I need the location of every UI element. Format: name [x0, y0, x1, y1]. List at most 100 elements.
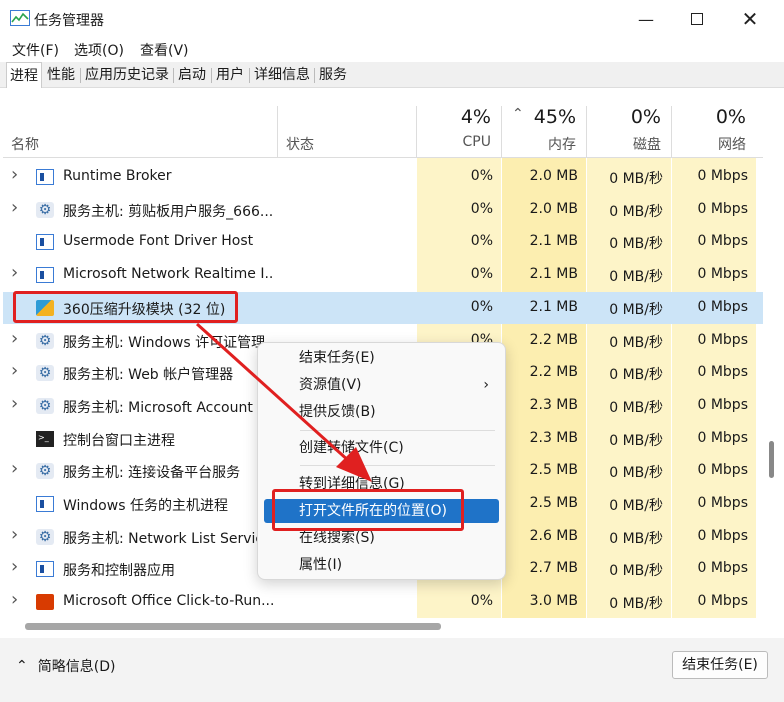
- chevron-right-icon[interactable]: ›: [11, 393, 18, 414]
- cell-mem: 2.1 MB: [529, 298, 578, 315]
- table-row[interactable]: Usermode Font Driver Host 0% 2.1 MB 0 MB/秒 0…: [3, 226, 763, 258]
- tab-startup[interactable]: 启动: [175, 62, 209, 88]
- cell-cpu: 0%: [470, 233, 493, 250]
- chevron-right-icon: ›: [483, 377, 489, 393]
- cell-mem: 2.1 MB: [529, 233, 578, 250]
- tab-users[interactable]: 用户: [213, 62, 247, 88]
- cell-net: 0 Mbps: [697, 200, 748, 217]
- cell-net: 0 Mbps: [697, 429, 748, 446]
- process-name: Microsoft Office Click-to-Run...: [63, 593, 273, 610]
- tab-bar: 进程 性能 应用历史记录 启动 用户 详细信息 服务: [0, 62, 784, 89]
- column-header: 名称 状态 4% CPU ⌃ 45% 内存 0% 磁盘 0% 网络: [3, 88, 763, 158]
- column-cpu-header[interactable]: 4% CPU: [417, 88, 501, 158]
- process-name: 服务主机: Network List Service: [63, 530, 272, 547]
- maximize-button[interactable]: [677, 4, 717, 34]
- chevron-right-icon[interactable]: ›: [11, 458, 18, 479]
- horizontal-scroll-thumb[interactable]: [25, 623, 441, 630]
- resource-values-label: 资源值(V): [299, 377, 362, 393]
- gear-icon: ⚙: [36, 332, 54, 349]
- minimize-icon: —: [638, 9, 654, 29]
- column-name-header[interactable]: 名称: [3, 88, 277, 158]
- cell-cpu: 0%: [470, 593, 493, 610]
- cell-mem: 2.5 MB: [529, 495, 578, 511]
- table-row[interactable]: › Microsoft Office Click-to-Run... 0% 3.0 M…: [3, 586, 763, 618]
- process-name: 控制台窗口主进程: [63, 432, 175, 449]
- memory-percent: 45%: [533, 106, 576, 128]
- minimize-button[interactable]: —: [626, 4, 666, 34]
- footer-bar: ⌃ 简略信息(D) 结束任务(E): [0, 638, 784, 702]
- process-name: 服务主机: 剪贴板用户服务_666...: [63, 203, 273, 220]
- cell-mem: 2.3 MB: [529, 429, 578, 446]
- cell-net: 0 Mbps: [697, 495, 748, 511]
- close-button[interactable]: ✕: [730, 4, 770, 34]
- cell-disk: 0 MB/秒: [609, 530, 663, 547]
- cell-mem: 2.5 MB: [529, 462, 578, 479]
- chevron-right-icon[interactable]: ›: [11, 524, 18, 545]
- column-disk-header[interactable]: 0% 磁盘: [587, 88, 671, 158]
- table-row[interactable]: › Runtime Broker 0% 2.0 MB 0 MB/秒 0 Mbps: [3, 161, 763, 193]
- tab-details[interactable]: 详细信息: [251, 62, 313, 88]
- vertical-scrollbar[interactable]: [764, 158, 781, 619]
- cell-net: 0 Mbps: [697, 396, 748, 413]
- column-status-header[interactable]: 状态: [278, 88, 416, 158]
- tab-services[interactable]: 服务: [316, 62, 350, 88]
- cell-cpu: 0%: [470, 200, 493, 217]
- cell-disk: 0 MB/秒: [609, 596, 663, 613]
- tab-separator: [249, 68, 250, 83]
- end-task-button[interactable]: 结束任务(E): [672, 651, 768, 679]
- menu-item-properties[interactable]: 属性(I): [264, 553, 499, 577]
- cell-mem: 2.6 MB: [529, 527, 578, 544]
- cell-net: 0 Mbps: [697, 593, 748, 610]
- cell-disk: 0 MB/秒: [609, 367, 663, 384]
- cell-cpu: 0%: [470, 298, 493, 315]
- network-percent: 0%: [715, 106, 746, 128]
- cell-disk: 0 MB/秒: [609, 465, 663, 482]
- cell-mem: 2.2 MB: [529, 331, 578, 348]
- tab-app-history[interactable]: 应用历史记录: [82, 62, 172, 88]
- disk-percent: 0%: [630, 106, 661, 128]
- gear-icon: ⚙: [36, 201, 54, 218]
- chevron-right-icon[interactable]: ›: [11, 328, 18, 349]
- table-row[interactable]: › Microsoft Network Realtime I... 0% 2.1 MB…: [3, 259, 763, 291]
- cell-disk: 0 MB/秒: [609, 498, 663, 514]
- process-name: 服务和控制器应用: [63, 563, 175, 580]
- office-icon: [36, 594, 54, 611]
- cell-net: 0 Mbps: [697, 462, 748, 479]
- menu-separator: [300, 430, 495, 431]
- chevron-right-icon[interactable]: ›: [11, 262, 18, 283]
- menu-options[interactable]: 选项(O): [74, 40, 124, 60]
- menu-view[interactable]: 查看(V): [140, 40, 189, 60]
- process-name: 服务主机: Web 帐户管理器: [63, 367, 234, 384]
- menu-item-resource-values[interactable]: 资源值(V) ›: [264, 373, 499, 397]
- tab-performance[interactable]: 性能: [44, 62, 78, 88]
- chevron-right-icon[interactable]: ›: [11, 360, 18, 381]
- chevron-right-icon[interactable]: ›: [11, 197, 18, 218]
- menu-item-feedback[interactable]: 提供反馈(B): [264, 400, 499, 424]
- tab-processes[interactable]: 进程: [6, 62, 42, 89]
- chevron-right-icon[interactable]: ›: [11, 164, 18, 185]
- vertical-scroll-thumb[interactable]: [769, 441, 774, 478]
- cell-mem: 2.7 MB: [529, 560, 578, 577]
- cell-disk: 0 MB/秒: [609, 399, 663, 416]
- context-menu: 结束任务(E) 资源值(V) › 提供反馈(B) 创建转储文件(C) 转到详细信…: [257, 342, 506, 580]
- fewer-details-button[interactable]: ⌃ 简略信息(D): [16, 656, 115, 676]
- process-name: Runtime Broker: [63, 168, 172, 184]
- table-row[interactable]: › ⚙ 服务主机: 剪贴板用户服务_666... 0% 2.0 MB 0 MB/秒 0 Mb…: [3, 194, 763, 226]
- menu-file[interactable]: 文件(F): [12, 40, 59, 60]
- menu-item-end-task[interactable]: 结束任务(E): [264, 346, 499, 370]
- cell-disk: 0 MB/秒: [609, 269, 663, 286]
- chevron-right-icon[interactable]: ›: [11, 589, 18, 610]
- column-memory-header[interactable]: ⌃ 45% 内存: [502, 88, 586, 158]
- close-icon: ✕: [741, 7, 759, 31]
- chevron-right-icon[interactable]: ›: [11, 556, 18, 577]
- cell-net: 0 Mbps: [697, 527, 748, 544]
- cell-net: 0 Mbps: [697, 364, 748, 381]
- maximize-icon: [691, 13, 703, 25]
- cell-mem: 2.0 MB: [529, 200, 578, 217]
- tab-separator: [173, 68, 174, 83]
- network-label: 网络: [718, 137, 746, 153]
- window-icon: [36, 169, 54, 185]
- column-network-header[interactable]: 0% 网络: [672, 88, 756, 158]
- menu-item-create-dump[interactable]: 创建转储文件(C): [264, 436, 499, 460]
- process-name: 服务主机: Microsoft Account S: [63, 399, 267, 416]
